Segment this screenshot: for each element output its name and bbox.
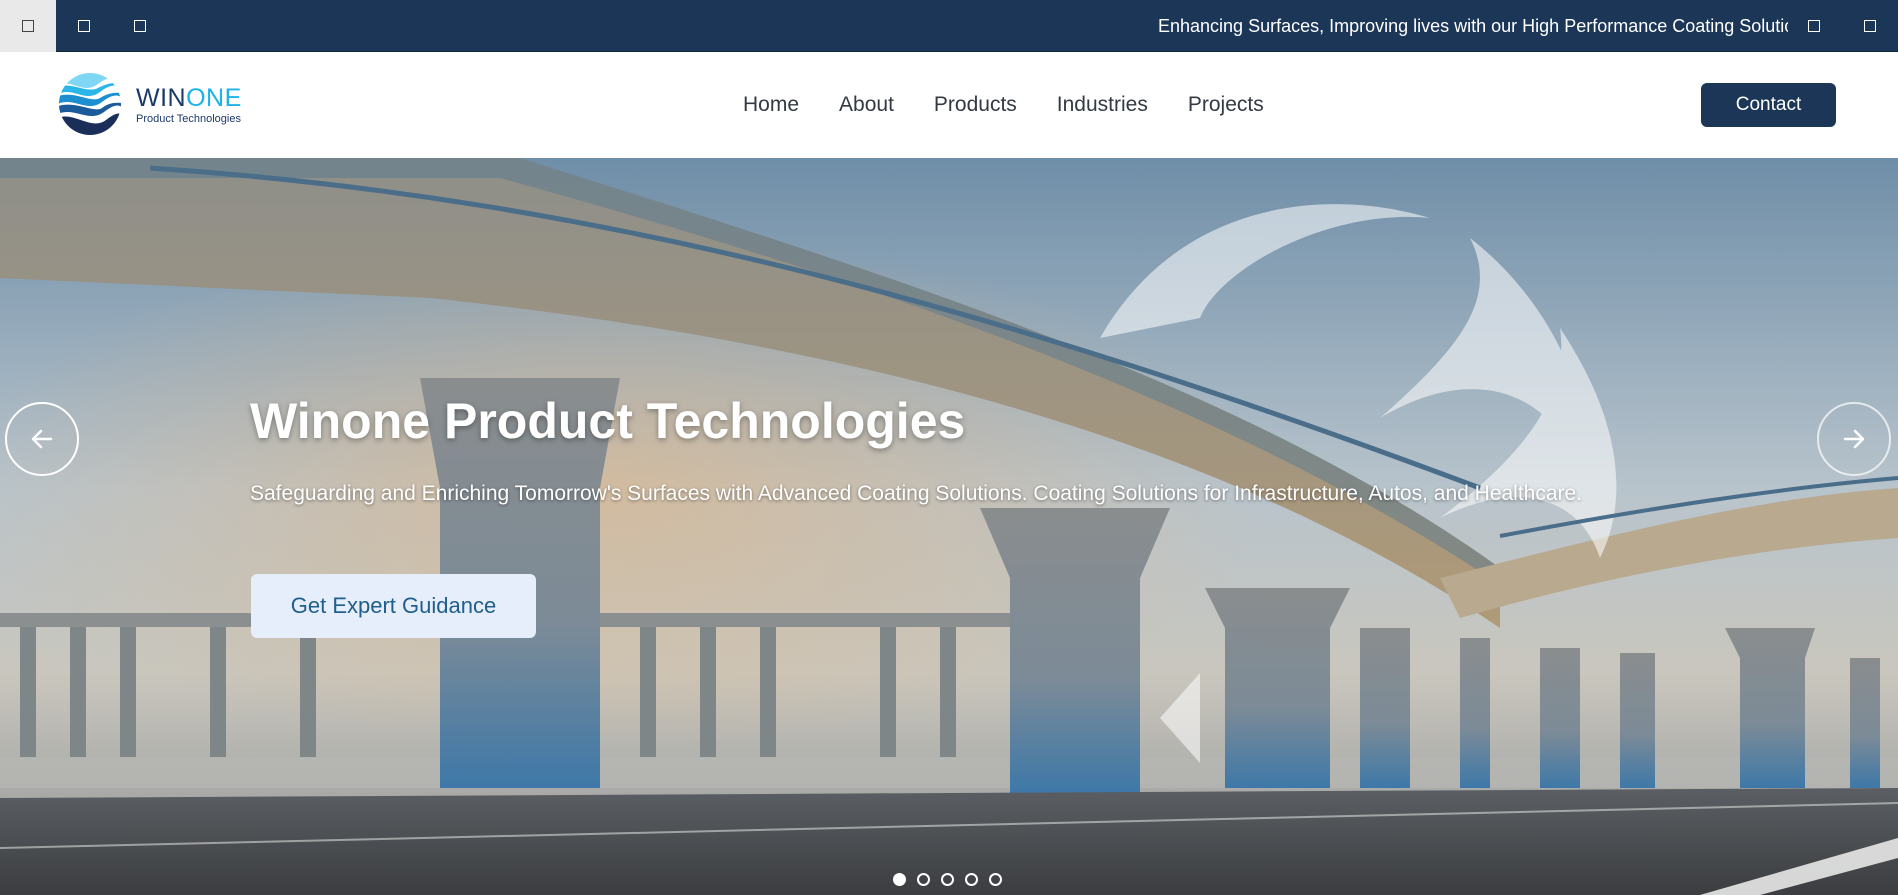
hero-subtitle: Safeguarding and Enriching Tomorrow's Su… <box>250 482 1583 505</box>
top-bar: Enhancing Surfaces, Improving lives with… <box>0 0 1898 52</box>
main-nav: Home About Products Industries Projects <box>743 52 1304 158</box>
slide-indicators <box>893 873 1013 886</box>
hero-slider: Winone Product Technologies Safeguarding… <box>0 158 1898 895</box>
contact-button[interactable]: Contact <box>1701 83 1836 127</box>
brand-name-part1: WIN <box>136 83 187 112</box>
arrow-left-icon <box>31 429 53 449</box>
square-icon[interactable] <box>0 0 56 52</box>
next-slide-button[interactable] <box>1817 402 1891 476</box>
brand-logo[interactable]: WINONE Product Technologies <box>58 72 242 136</box>
hero-title: Winone Product Technologies <box>250 393 966 449</box>
winone-logo-icon <box>59 73 121 135</box>
brand-name-part2: ONE <box>186 83 242 112</box>
hero-background-image <box>0 158 1898 895</box>
nav-item-products[interactable]: Products <box>934 93 1017 117</box>
nav-item-projects[interactable]: Projects <box>1188 93 1264 117</box>
prev-slide-button[interactable] <box>5 402 79 476</box>
square-icon[interactable] <box>1856 0 1884 52</box>
announcement-marquee: Enhancing Surfaces, Improving lives with… <box>1158 16 1788 36</box>
arrow-right-icon <box>1843 429 1865 449</box>
brand-tagline: Product Technologies <box>136 112 241 125</box>
slide-dot-2[interactable] <box>917 873 930 886</box>
slide-dot-3[interactable] <box>941 873 954 886</box>
nav-item-home[interactable]: Home <box>743 93 799 117</box>
site-header: WINONE Product Technologies Home About P… <box>0 52 1898 158</box>
get-expert-guidance-button[interactable]: Get Expert Guidance <box>251 574 536 638</box>
slide-dot-1[interactable] <box>893 873 906 886</box>
slide-dot-4[interactable] <box>965 873 978 886</box>
slide-dot-5[interactable] <box>989 873 1002 886</box>
nav-item-industries[interactable]: Industries <box>1057 93 1148 117</box>
square-icon[interactable] <box>1800 0 1828 52</box>
square-icon[interactable] <box>126 0 154 52</box>
nav-item-about[interactable]: About <box>839 93 894 117</box>
square-icon[interactable] <box>70 0 98 52</box>
